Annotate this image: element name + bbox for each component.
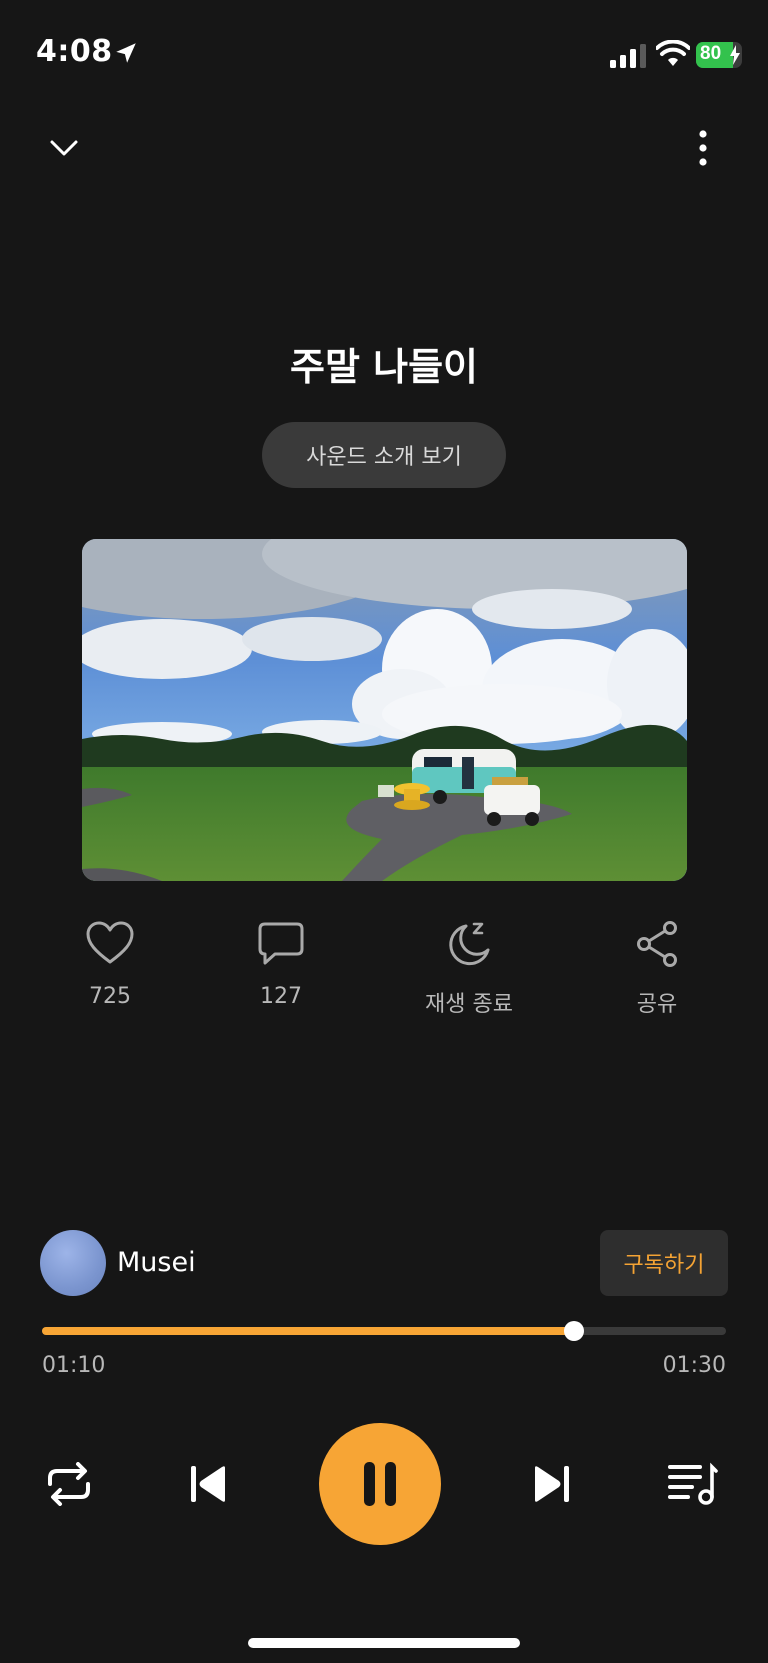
location-arrow-icon bbox=[116, 43, 136, 63]
progress-slider[interactable] bbox=[42, 1321, 726, 1341]
cellular-signal-icon bbox=[610, 44, 646, 68]
repeat-button[interactable] bbox=[40, 1458, 98, 1510]
playlist-button[interactable] bbox=[664, 1458, 722, 1510]
skip-previous-icon bbox=[191, 1466, 225, 1502]
comment-icon bbox=[258, 922, 304, 965]
chevron-down-icon bbox=[50, 140, 78, 156]
current-time: 01:10 bbox=[42, 1353, 106, 1378]
battery-indicator: 80 bbox=[696, 42, 742, 68]
wifi-icon bbox=[656, 40, 690, 66]
comment-count: 127 bbox=[260, 984, 302, 1009]
battery-level: 80 bbox=[700, 43, 722, 64]
progress-fill bbox=[42, 1327, 575, 1335]
share-icon bbox=[637, 921, 677, 967]
share-action[interactable]: 공유 bbox=[597, 920, 717, 1018]
pause-button[interactable] bbox=[319, 1423, 441, 1545]
total-time: 01:30 bbox=[662, 1353, 726, 1378]
charging-bolt-icon bbox=[730, 45, 740, 65]
previous-button[interactable] bbox=[182, 1458, 234, 1510]
more-vertical-icon bbox=[699, 130, 707, 166]
cover-image bbox=[82, 539, 687, 881]
track-title: 주말 나들이 bbox=[289, 345, 479, 389]
sleep-timer-label: 재생 종료 bbox=[425, 992, 513, 1017]
heart-icon bbox=[86, 921, 134, 964]
playlist-music-icon bbox=[668, 1462, 718, 1505]
status-time: 4:08 bbox=[36, 34, 113, 69]
artist-avatar[interactable] bbox=[40, 1230, 106, 1296]
like-action[interactable]: 725 bbox=[50, 920, 170, 1009]
skip-next-icon bbox=[535, 1466, 569, 1502]
collapse-player-button[interactable] bbox=[42, 126, 86, 170]
cover-artwork bbox=[82, 539, 687, 881]
moon-sleep-icon bbox=[449, 922, 490, 966]
like-count: 725 bbox=[89, 984, 131, 1009]
home-indicator bbox=[248, 1638, 520, 1648]
progress-thumb[interactable] bbox=[564, 1321, 585, 1341]
sound-intro-button[interactable]: 사운드 소개 보기 bbox=[262, 422, 506, 488]
share-label: 공유 bbox=[636, 992, 678, 1017]
subscribe-button[interactable]: 구독하기 bbox=[600, 1230, 728, 1296]
artist-name[interactable]: Musei bbox=[117, 1247, 196, 1278]
more-options-button[interactable] bbox=[686, 126, 720, 170]
repeat-icon bbox=[48, 1462, 90, 1506]
next-button[interactable] bbox=[526, 1458, 578, 1510]
sleep-timer-action[interactable]: 재생 종료 bbox=[409, 920, 529, 1018]
pause-icon bbox=[364, 1462, 396, 1506]
comment-action[interactable]: 127 bbox=[221, 920, 341, 1009]
